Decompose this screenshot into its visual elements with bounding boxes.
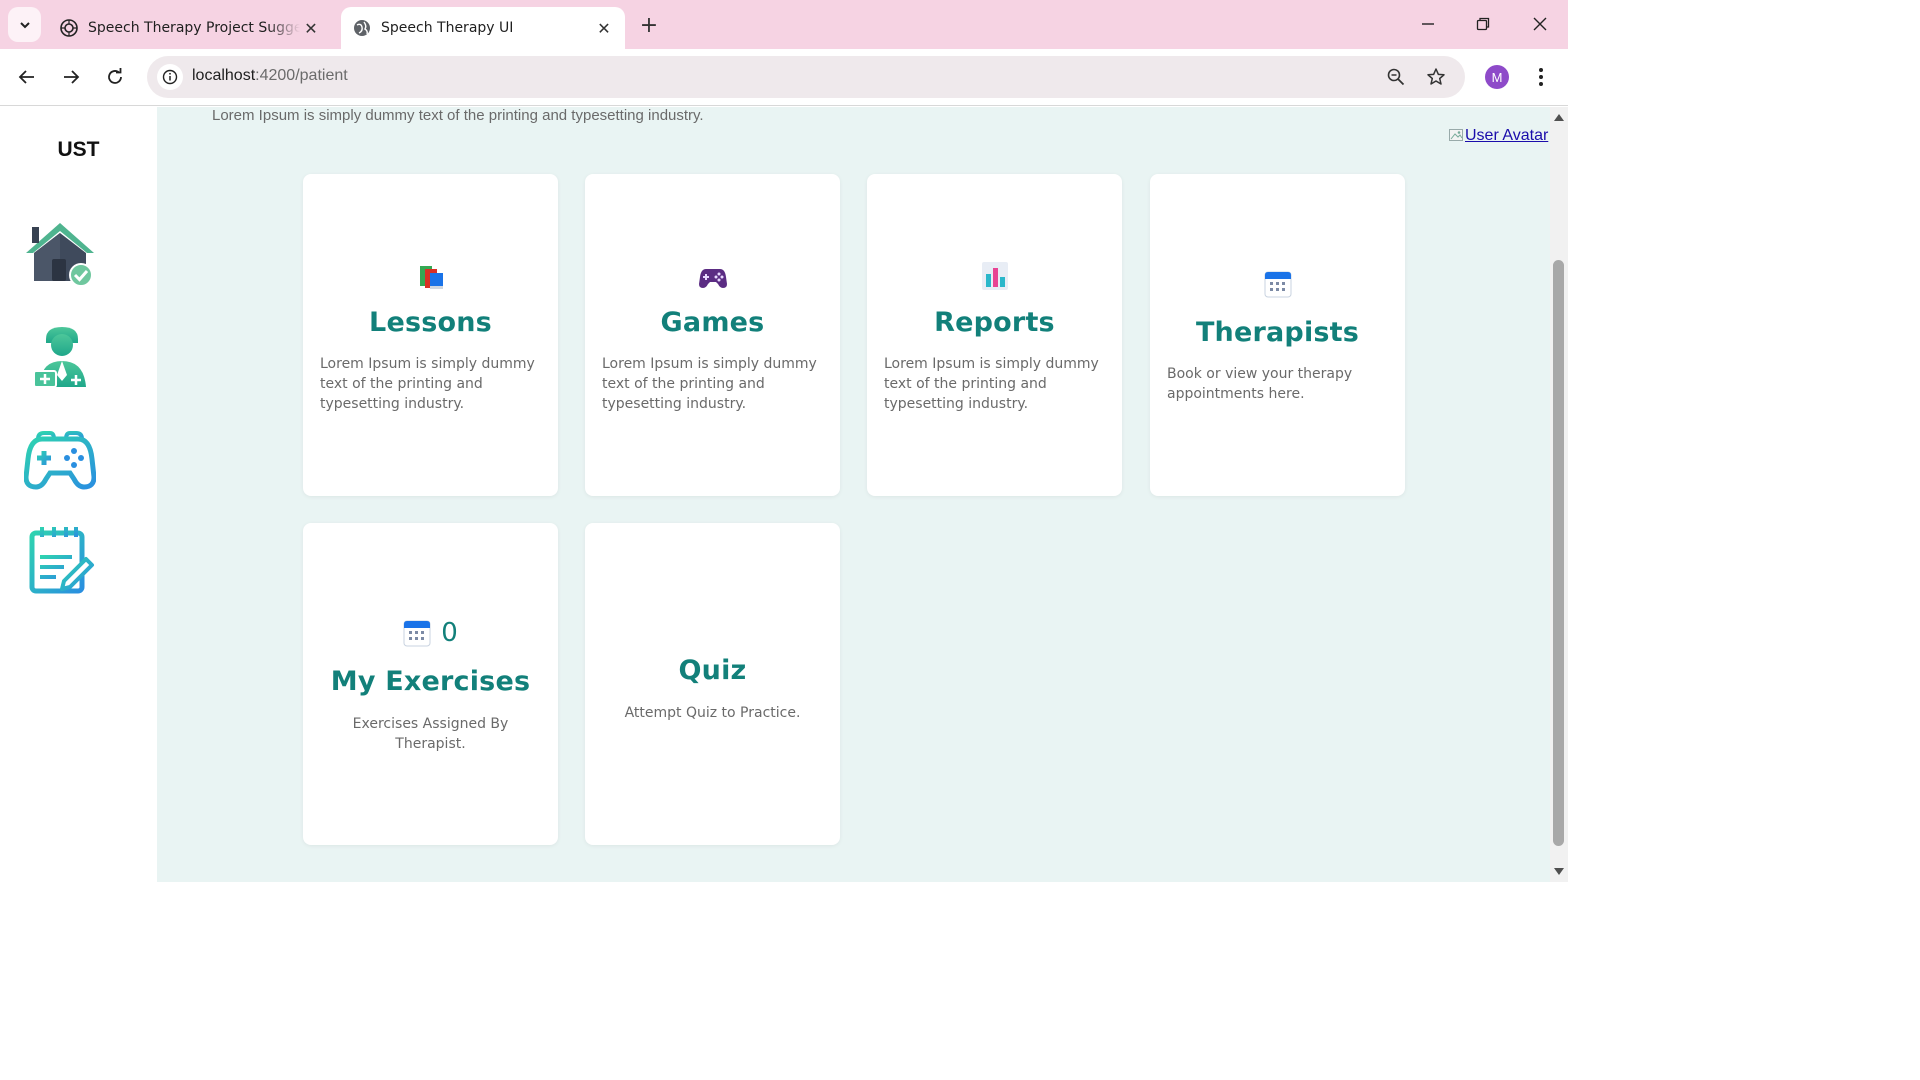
minimize-icon [1422,23,1434,25]
chevron-down-icon [19,21,30,28]
notes-icon [29,527,94,594]
reload-button[interactable] [100,62,130,92]
restore-icon [1476,17,1490,31]
close-window-button[interactable] [1520,8,1560,40]
card-icon-wrap [303,262,558,292]
arrow-left-icon [18,70,34,84]
card-icon-wrap [867,260,1122,292]
therapist-icon [33,327,86,388]
close-icon [1533,17,1547,31]
tab-title: Speech Therapy Project Suggestions [88,20,300,36]
new-tab-button[interactable]: + [636,12,662,38]
card-title: Lessons [369,307,492,338]
books-icon [419,266,443,289]
browser-menu-button[interactable] [1530,63,1552,91]
bar-chart-icon [981,262,1008,290]
user-avatar-alt: User Avatar [1465,127,1549,144]
video-game-icon [698,269,727,288]
chatgpt-icon [60,19,78,37]
minimize-button[interactable] [1408,8,1448,40]
url-text[interactable]: localhost:4200/patient [192,67,348,85]
site-info-button[interactable] [157,64,183,90]
reload-icon [108,68,122,84]
tab-speech-therapy-suggestions[interactable]: Speech Therapy Project Suggestions ✕ [48,7,332,49]
zoom-button[interactable] [1385,66,1407,88]
tab-search-button[interactable] [8,7,41,42]
sidebar-item-therapist[interactable] [24,321,96,393]
card-description: Lorem Ipsum is simply dummy text of the … [320,356,535,412]
scroll-thumb[interactable] [1553,260,1564,846]
star-icon [1427,68,1445,85]
tab-strip: Speech Therapy Project Suggestions ✕ Spe… [0,0,1568,49]
card-title: Games [660,307,765,338]
card-title: Therapists [1195,317,1360,348]
scroll-down-button[interactable] [1553,866,1565,878]
forward-button[interactable] [56,62,86,92]
card-quiz[interactable]: Quiz Attempt Quiz to Practice. [585,523,840,845]
card-description: Book or view your therapy appointments h… [1167,366,1353,402]
calendar-icon [403,620,431,647]
card-games[interactable]: Games Lorem Ipsum is simply dummy text o… [585,174,840,496]
page-lead-text: Lorem Ipsum is simply dummy text of the … [212,107,704,124]
tab-title: Speech Therapy UI [381,20,514,36]
triangle-down-icon [1554,868,1564,875]
info-icon [162,69,178,85]
card-lessons[interactable]: Lessons Lorem Ipsum is simply dummy text… [303,174,558,496]
card-icon-wrap [1150,270,1405,298]
sidebar-item-notes[interactable] [24,523,96,595]
page-content: UST Lorem Ipsum is simply dummy text of … [0,107,1550,882]
card-therapists[interactable]: Therapists Book or view your therapy app… [1150,174,1405,496]
tab-speech-therapy-ui[interactable]: Speech Therapy UI ✕ [341,7,625,49]
card-reports[interactable]: Reports Lorem Ipsum is simply dummy text… [867,174,1122,496]
arrow-right-icon [64,70,80,84]
scroll-up-button[interactable] [1553,111,1565,123]
calendar-icon [1264,271,1291,298]
browser-toolbar: localhost:4200/patient M [0,49,1568,106]
gamepad-icon [23,431,97,490]
zoom-out-icon [1387,68,1405,86]
more-vertical-icon [1539,68,1543,86]
sidebar: UST [0,107,157,882]
card-description: Lorem Ipsum is simply dummy text of the … [602,356,817,412]
card-description: Exercises Assigned By Therapist. [352,716,509,752]
close-icon[interactable]: ✕ [593,17,615,39]
triangle-up-icon [1554,114,1564,121]
close-icon[interactable]: ✕ [300,17,322,39]
home-icon [26,223,94,287]
exercise-count: 0 [441,618,458,648]
globe-icon [354,20,370,36]
card-title: Reports [934,307,1055,338]
back-button[interactable] [12,62,42,92]
card-title: My Exercises [330,666,531,697]
user-avatar-link[interactable]: User Avatar [1449,127,1548,145]
address-bar[interactable]: localhost:4200/patient [147,56,1465,98]
url-path: :4200/patient [255,67,348,84]
restore-button[interactable] [1463,8,1503,40]
broken-image-icon [1449,129,1463,141]
url-host: localhost [192,67,256,84]
profile-avatar[interactable]: M [1485,65,1509,89]
card-title: Quiz [678,655,747,686]
card-icon-wrap [585,262,840,292]
card-my-exercises[interactable]: 0 My Exercises Exercises Assigned By The… [303,523,558,845]
brand-logo: UST [57,138,100,161]
card-icon-wrap: 0 [303,618,558,648]
card-description: Attempt Quiz to Practice. [624,705,801,721]
page-scrollbar[interactable] [1550,107,1568,882]
sidebar-item-games[interactable] [23,425,97,497]
card-description: Lorem Ipsum is simply dummy text of the … [884,356,1099,412]
sidebar-item-home[interactable] [24,219,96,291]
bookmark-button[interactable] [1425,66,1447,88]
